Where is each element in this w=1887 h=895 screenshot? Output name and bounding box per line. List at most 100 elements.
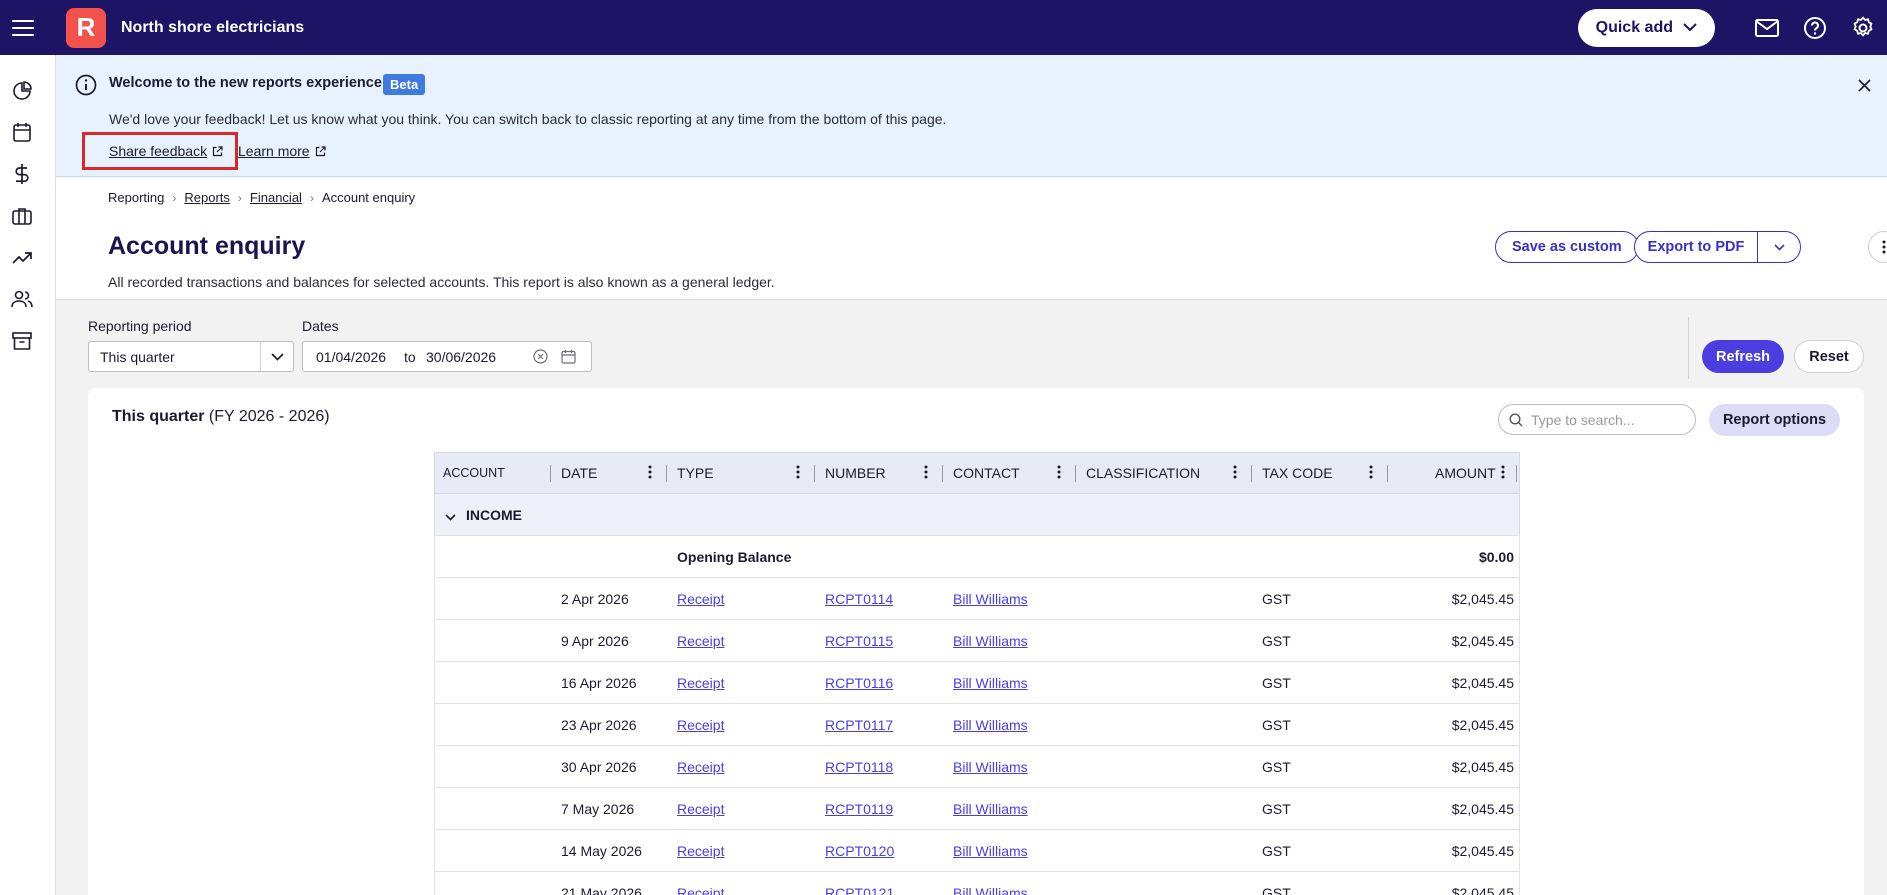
cell-number-link[interactable]: RCPT0118 bbox=[825, 759, 893, 775]
cell-number-link[interactable]: RCPT0120 bbox=[825, 843, 894, 859]
group-row-income[interactable]: INCOME bbox=[434, 494, 1520, 536]
group-label: INCOME bbox=[466, 507, 522, 523]
app-logo[interactable]: R bbox=[66, 7, 106, 48]
breadcrumb: Reporting › Reports › Financial › Accoun… bbox=[108, 190, 415, 205]
kebab-menu-icon bbox=[1882, 240, 1886, 254]
calendar-icon[interactable] bbox=[561, 349, 576, 367]
dashboard-pie-icon[interactable] bbox=[10, 79, 34, 103]
cell-contact-link[interactable]: Bill Williams bbox=[953, 717, 1028, 733]
trending-up-icon[interactable] bbox=[10, 245, 34, 269]
breadcrumb-financial[interactable]: Financial bbox=[250, 190, 302, 205]
chevron-down-icon[interactable] bbox=[445, 508, 456, 524]
refresh-button[interactable]: Refresh bbox=[1702, 340, 1784, 373]
column-menu-icon[interactable] bbox=[1501, 465, 1505, 482]
col-header-date[interactable]: DATE bbox=[561, 465, 597, 481]
cell-contact-link[interactable]: Bill Williams bbox=[953, 633, 1028, 649]
sidebar bbox=[0, 55, 56, 895]
calendar-icon[interactable] bbox=[10, 120, 34, 144]
cell-contact-link[interactable]: Bill Williams bbox=[953, 843, 1028, 859]
help-icon[interactable] bbox=[1801, 14, 1829, 42]
cell-type-link[interactable]: Receipt bbox=[677, 885, 724, 895]
mail-icon[interactable] bbox=[1753, 14, 1781, 42]
search-icon bbox=[1509, 412, 1523, 426]
cell-date: 9 Apr 2026 bbox=[561, 633, 629, 649]
table-header: ACCOUNT DATE TYPE NUMBER CONTACT CLASSIF… bbox=[434, 452, 1520, 494]
reset-button[interactable]: Reset bbox=[1794, 340, 1864, 373]
cell-number-link[interactable]: RCPT0115 bbox=[825, 633, 893, 649]
column-menu-icon[interactable] bbox=[796, 465, 800, 482]
column-menu-icon[interactable] bbox=[1057, 465, 1061, 482]
column-menu-icon[interactable] bbox=[1233, 465, 1237, 482]
col-header-contact[interactable]: CONTACT bbox=[953, 465, 1020, 481]
more-options-button[interactable] bbox=[1868, 231, 1887, 263]
contacts-people-icon[interactable] bbox=[10, 287, 34, 311]
settings-gear-icon[interactable] bbox=[1849, 14, 1877, 42]
column-divider[interactable] bbox=[1387, 465, 1388, 482]
column-divider[interactable] bbox=[1075, 465, 1076, 482]
cell-number-link[interactable]: RCPT0114 bbox=[825, 591, 893, 607]
date-to-input[interactable]: 30/06/2026 bbox=[426, 349, 496, 365]
dollar-icon[interactable] bbox=[10, 162, 34, 186]
report-search-input[interactable]: Type to search... bbox=[1498, 404, 1696, 435]
cell-number-link[interactable]: RCPT0117 bbox=[825, 717, 893, 733]
column-menu-icon[interactable] bbox=[924, 465, 928, 482]
quick-add-button[interactable]: Quick add bbox=[1577, 8, 1715, 47]
cell-contact-link[interactable]: Bill Williams bbox=[953, 675, 1028, 691]
breadcrumb-reports[interactable]: Reports bbox=[184, 190, 230, 205]
export-options-dropdown[interactable] bbox=[1758, 232, 1800, 262]
cell-type-link[interactable]: Receipt bbox=[677, 633, 724, 649]
top-bar: R North shore electricians Quick add bbox=[0, 0, 1887, 55]
col-header-amount[interactable]: AMOUNT bbox=[1435, 465, 1496, 481]
cell-number-link[interactable]: RCPT0116 bbox=[825, 675, 893, 691]
date-from-input[interactable]: 01/04/2026 bbox=[316, 349, 386, 365]
col-header-account[interactable]: ACCOUNT bbox=[443, 466, 505, 480]
column-menu-icon[interactable] bbox=[648, 465, 652, 482]
cell-contact-link[interactable]: Bill Williams bbox=[953, 759, 1028, 775]
cell-date: 14 May 2026 bbox=[561, 843, 642, 859]
col-header-type[interactable]: TYPE bbox=[677, 465, 714, 481]
cell-type-link[interactable]: Receipt bbox=[677, 843, 724, 859]
export-to-pdf-button[interactable]: Export to PDF bbox=[1635, 232, 1758, 262]
beta-banner: Welcome to the new reports experience Be… bbox=[56, 55, 1887, 177]
cell-type-link[interactable]: Receipt bbox=[677, 591, 724, 607]
cell-contact-link[interactable]: Bill Williams bbox=[953, 591, 1028, 607]
transaction-rows: 2 Apr 2026 Receipt RCPT0114 Bill Williams GS… bbox=[434, 578, 1520, 895]
cell-contact-link[interactable]: Bill Williams bbox=[953, 801, 1028, 817]
opening-balance-label: Opening Balance bbox=[677, 549, 792, 565]
column-divider[interactable] bbox=[666, 465, 667, 482]
clear-circle-icon[interactable] bbox=[533, 349, 548, 367]
cell-number-link[interactable]: RCPT0121 bbox=[825, 885, 894, 895]
col-header-tax-code[interactable]: TAX CODE bbox=[1262, 465, 1333, 481]
page-header: Reporting › Reports › Financial › Accoun… bbox=[56, 178, 1887, 300]
cell-contact-link[interactable]: Bill Williams bbox=[953, 885, 1028, 895]
cell-type-link[interactable]: Receipt bbox=[677, 717, 724, 733]
archive-box-icon[interactable] bbox=[10, 329, 34, 353]
report-card: This quarter (FY 2026 - 2026) Type to se… bbox=[88, 388, 1864, 895]
cell-number-link[interactable]: RCPT0119 bbox=[825, 801, 893, 817]
cell-amount: $2,045.45 bbox=[1451, 717, 1514, 733]
cell-date: 30 Apr 2026 bbox=[561, 759, 637, 775]
menu-icon[interactable] bbox=[12, 19, 34, 36]
report-options-button[interactable]: Report options bbox=[1709, 404, 1840, 436]
cell-date: 7 May 2026 bbox=[561, 801, 635, 817]
breadcrumb-reporting[interactable]: Reporting bbox=[108, 190, 164, 205]
column-divider[interactable] bbox=[1251, 465, 1252, 482]
cell-type-link[interactable]: Receipt bbox=[677, 675, 724, 691]
cell-type-link[interactable]: Receipt bbox=[677, 759, 724, 775]
save-as-custom-button[interactable]: Save as custom bbox=[1495, 231, 1639, 263]
close-icon[interactable] bbox=[1858, 79, 1871, 95]
column-divider[interactable] bbox=[814, 465, 815, 482]
reporting-period-select[interactable]: This quarter bbox=[88, 341, 294, 372]
table-row: 23 Apr 2026 Receipt RCPT0117 Bill Williams G… bbox=[434, 704, 1520, 746]
column-menu-icon[interactable] bbox=[1369, 465, 1373, 482]
briefcase-icon[interactable] bbox=[10, 204, 34, 228]
cell-type-link[interactable]: Receipt bbox=[677, 801, 724, 817]
learn-more-link[interactable]: Learn more bbox=[238, 143, 326, 159]
column-divider[interactable] bbox=[1516, 465, 1517, 482]
column-divider[interactable] bbox=[550, 465, 551, 482]
col-header-classification[interactable]: CLASSIFICATION bbox=[1086, 465, 1200, 481]
report-period-fy: (FY 2026 - 2026) bbox=[208, 408, 330, 425]
cell-amount: $2,045.45 bbox=[1451, 633, 1514, 649]
col-header-number[interactable]: NUMBER bbox=[825, 465, 886, 481]
column-divider[interactable] bbox=[942, 465, 943, 482]
